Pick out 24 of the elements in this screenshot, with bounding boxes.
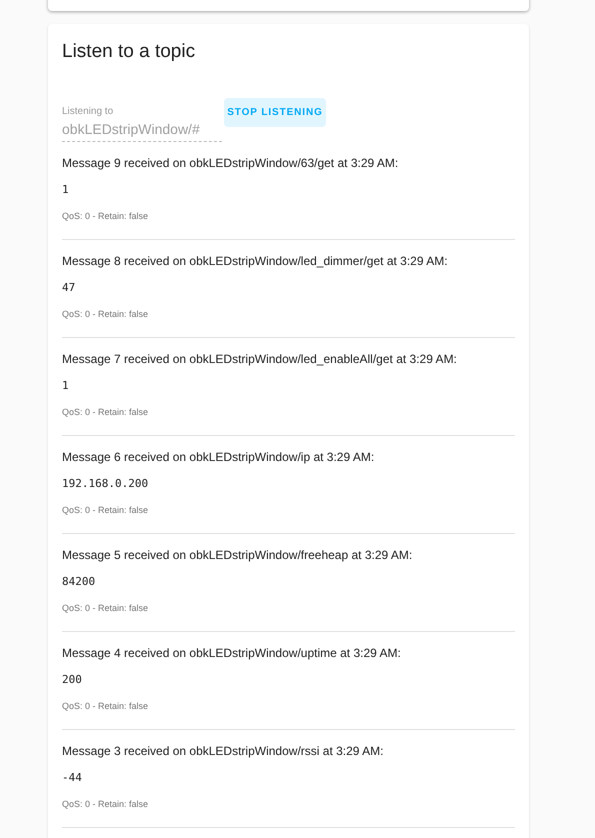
message-heading: Message 4 received on obkLEDstripWindow/uptime at 3:29 AM:	[62, 645, 402, 661]
message-payload: 47	[62, 280, 76, 296]
field-label: Listening to	[62, 106, 114, 118]
message-payload: -44	[62, 770, 83, 786]
stop-listening-button[interactable]: STOP LISTENING	[224, 98, 326, 127]
message-payload: 200	[62, 672, 83, 688]
message-meta: QoS: 0 - Retain: false	[62, 504, 150, 517]
message-heading: Message 6 received on obkLEDstripWindow/ip at 3:29 AM:	[62, 449, 376, 465]
message-heading: Message 7 received on obkLEDstripWindow/led_enableAll/get at 3:29 AM:	[62, 351, 458, 367]
message-meta: QoS: 0 - Retain: false	[62, 210, 150, 223]
card-title: Listen to a topic	[62, 40, 196, 64]
message-meta: QoS: 0 - Retain: false	[62, 798, 150, 811]
message-heading: Message 5 received on obkLEDstripWindow/freeheap at 3:29 AM:	[62, 547, 414, 563]
message-meta: QoS: 0 - Retain: false	[62, 700, 150, 713]
message-heading: Message 8 received on obkLEDstripWindow/led_dimmer/get at 3:29 AM:	[62, 253, 449, 269]
message-meta: QoS: 0 - Retain: false	[62, 602, 150, 615]
message-heading: Message 3 received on obkLEDstripWindow/rssi at 3:29 AM:	[62, 743, 384, 759]
message-payload: 84200	[62, 574, 96, 590]
message-payload: 1	[62, 378, 70, 394]
message-meta: QoS: 0 - Retain: false	[62, 406, 150, 419]
message-payload: 192.168.0.200	[62, 476, 150, 492]
message-heading: Message 9 received on obkLEDstripWindow/63/get at 3:29 AM:	[62, 155, 400, 171]
message-meta: QoS: 0 - Retain: false	[62, 308, 150, 321]
message-payload: 1	[62, 182, 70, 198]
